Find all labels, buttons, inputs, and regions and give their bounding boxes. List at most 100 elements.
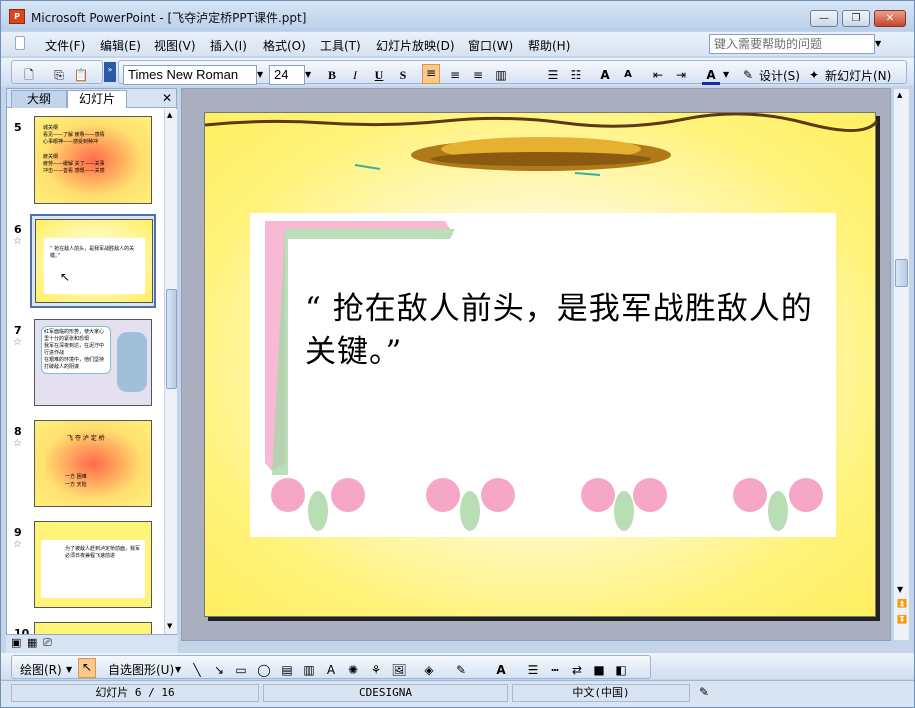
close-button[interactable]: ✕: [874, 10, 906, 27]
dash-style-icon[interactable]: ┅: [546, 662, 564, 678]
animation-star-icon: ☆: [13, 539, 22, 550]
spelling-check-icon[interactable]: ✎: [699, 685, 709, 699]
tab-outline[interactable]: 大纲: [11, 90, 67, 108]
draw-dropdown-icon[interactable]: ▼: [66, 665, 72, 674]
font-name-select[interactable]: Times New Roman: [123, 65, 257, 85]
distribute-icon[interactable]: ▥: [492, 67, 510, 83]
picture-icon[interactable]: 🖼: [390, 662, 408, 678]
current-slide[interactable]: “ 抢在敌人前头，是我军战胜敌人的关键。”: [204, 112, 877, 617]
font-color-dropdown-icon[interactable]: ▼: [723, 70, 729, 79]
increase-indent-icon[interactable]: ⇥: [672, 67, 690, 83]
decrease-font-icon[interactable]: A: [619, 67, 637, 83]
scroll-down-icon[interactable]: ▼: [897, 585, 903, 594]
slide-body-text[interactable]: “ 抢在敌人前头，是我军战胜敌人的关键。”: [305, 288, 825, 374]
drawing-toolbar: 绘图(R) ▼ ↖ 自选图形(U) ▼ ╲ ↘ ▭ ◯ ▤ ▥ A ✺ ⚘ 🖼 …: [1, 653, 914, 679]
arrow-style-icon[interactable]: ⇄: [568, 662, 586, 678]
slide-scrollbar[interactable]: ▲ ▼ ⏫ ⏬: [893, 88, 910, 641]
bold-button[interactable]: B: [323, 67, 341, 83]
scrollbar-thumb[interactable]: [166, 289, 177, 389]
3d-style-icon[interactable]: ◧: [612, 662, 630, 678]
paste-icon[interactable]: 📋: [72, 67, 90, 83]
font-size-dropdown-icon[interactable]: ▼: [305, 70, 311, 79]
diagram-icon[interactable]: ✺: [344, 662, 362, 678]
menu-slideshow[interactable]: 幻灯片放映(D): [376, 37, 455, 54]
clipart-icon[interactable]: ⚘: [367, 662, 385, 678]
menu-edit[interactable]: 编辑(E): [100, 37, 141, 54]
slide-scrollbar-thumb[interactable]: [895, 259, 908, 287]
minimize-button[interactable]: —: [810, 10, 838, 27]
new-slide-icon[interactable]: ✦: [805, 67, 823, 83]
status-bar: 幻灯片 6 / 16 CDESIGNA 中文(中国) ✎: [1, 680, 914, 707]
next-slide-icon[interactable]: ⏬: [897, 615, 907, 624]
slide-position-status: 幻灯片 6 / 16: [11, 684, 259, 702]
vertical-textbox-icon[interactable]: ▥: [300, 662, 318, 678]
align-center-icon[interactable]: ≡: [446, 67, 464, 83]
new-slide-button[interactable]: 新幻灯片(N): [825, 67, 891, 84]
font-size-select[interactable]: 24: [269, 65, 305, 85]
italic-button[interactable]: I: [346, 67, 364, 83]
menu-window[interactable]: 窗口(W): [468, 37, 513, 54]
toolbar-options-icon[interactable]: »: [104, 62, 116, 82]
slide-thumbnail-8[interactable]: 飞 夺 泸 定 桥 一方 困难 一方 天险: [34, 420, 152, 507]
design-icon[interactable]: ✎: [739, 67, 757, 83]
draw-menu-button[interactable]: 绘图(R): [20, 661, 62, 678]
new-document-icon[interactable]: 🗋: [20, 67, 38, 83]
copy-icon[interactable]: ⎘: [50, 67, 68, 83]
select-pointer-icon[interactable]: ↖: [78, 658, 96, 678]
slide-thumbnail-6[interactable]: “ 抢在敌人前头，是我军战胜敌人的关键。” ↖: [35, 219, 153, 303]
textbox-tool-icon[interactable]: ▤: [278, 662, 296, 678]
restore-button[interactable]: ❐: [842, 10, 870, 27]
standard-toolbar-band: 🗋 ⎘ 📋: [11, 60, 103, 84]
scroll-down-icon[interactable]: ▼: [167, 622, 172, 630]
font-color-icon[interactable]: A: [492, 662, 510, 678]
slide-sorter-icon[interactable]: ▦: [27, 636, 37, 649]
thumbnail-scrollbar[interactable]: ▲ ▼: [164, 109, 177, 634]
pane-tabs: 大纲 幻灯片 ✕: [7, 89, 176, 108]
slide-thumbnail-6-selected[interactable]: “ 抢在敌人前头，是我军战胜敌人的关键。” ↖: [30, 214, 156, 308]
shadow-style-icon[interactable]: ■: [590, 662, 608, 678]
autoshapes-dropdown-icon[interactable]: ▼: [175, 665, 181, 674]
menu-tools[interactable]: 工具(T): [320, 37, 361, 54]
help-search-input[interactable]: 键入需要帮助的问题: [709, 34, 875, 54]
fill-color-icon[interactable]: ◈: [420, 662, 438, 678]
menu-insert[interactable]: 插入(I): [210, 37, 247, 54]
design-button[interactable]: 设计(S): [759, 67, 800, 84]
decrease-indent-icon[interactable]: ⇤: [649, 67, 667, 83]
tab-slides[interactable]: 幻灯片: [67, 90, 127, 108]
increase-font-icon[interactable]: A: [596, 67, 614, 83]
wordart-icon[interactable]: A: [322, 662, 340, 678]
underline-button[interactable]: U: [370, 67, 388, 83]
shadow-button[interactable]: S: [394, 67, 412, 83]
menu-help[interactable]: 帮助(H): [528, 37, 570, 54]
help-dropdown-icon[interactable]: ▼: [875, 39, 881, 48]
scroll-up-icon[interactable]: ▲: [167, 111, 172, 119]
slide-editing-area: “ 抢在敌人前头，是我军战胜敌人的关键。”: [181, 88, 891, 641]
line-tool-icon[interactable]: ╲: [188, 662, 206, 678]
slideshow-icon[interactable]: ⎚: [43, 636, 52, 650]
line-color-icon[interactable]: ✎: [452, 662, 470, 678]
powerpoint-app-icon[interactable]: P: [9, 9, 25, 24]
menu-view[interactable]: 视图(V): [154, 37, 196, 54]
bullets-icon[interactable]: ☷: [567, 67, 585, 83]
menu-file[interactable]: 文件(F): [45, 37, 85, 54]
rectangle-tool-icon[interactable]: ▭: [232, 662, 250, 678]
pane-close-icon[interactable]: ✕: [162, 91, 172, 105]
numbering-icon[interactable]: ☰: [544, 67, 562, 83]
slide-thumbnail-10[interactable]: [34, 622, 152, 634]
normal-view-icon[interactable]: ▣: [11, 636, 21, 649]
slide-thumbnail-5[interactable]: 城关纲 看见——了解 疲惫——感情 心事眼神——感受到种冲 疲关纲 疲劳——缓解 关了…: [34, 116, 152, 204]
align-left-icon[interactable]: ≡: [422, 64, 440, 84]
font-name-dropdown-icon[interactable]: ▼: [257, 70, 263, 79]
arrow-tool-icon[interactable]: ↘: [210, 662, 228, 678]
font-color-icon[interactable]: A: [702, 67, 720, 85]
align-right-icon[interactable]: ≡: [469, 67, 487, 83]
autoshapes-button[interactable]: 自选图形(U): [108, 661, 174, 678]
menu-grip-icon[interactable]: [15, 36, 25, 50]
slide-thumbnail-7[interactable]: 红军面临的形势，使大家心里十分的紧张和恐惧 我军在深夜到达，在泥泞中行进作战 在艰难…: [34, 319, 152, 406]
line-style-icon[interactable]: ☰: [524, 662, 542, 678]
menu-format[interactable]: 格式(O): [263, 37, 306, 54]
previous-slide-icon[interactable]: ⏫: [897, 599, 907, 608]
oval-tool-icon[interactable]: ◯: [255, 662, 273, 678]
slide-thumbnail-9[interactable]: 为了被敌人赶到泸定桥前面，我军必须日夜兼程飞速前进: [34, 521, 152, 608]
scroll-up-icon[interactable]: ▲: [897, 91, 902, 99]
